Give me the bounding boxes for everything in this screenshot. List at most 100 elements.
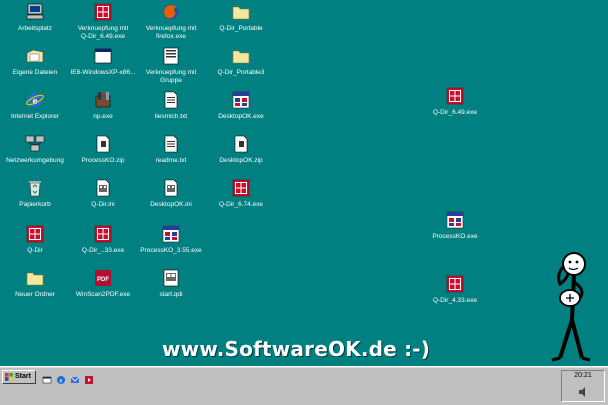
show-desktop-icon[interactable] [42,372,52,384]
qdir-icon [93,224,113,244]
softwareok-watermark: www.SoftwareOK.de :-) [162,337,431,361]
desktop-icon-qdir-33[interactable]: Q-Dir_..33.exe [68,224,138,270]
windows-logo-icon [5,373,13,381]
icon-label: Verknuepfung mit Gruppe [145,69,197,84]
desktop-icon-desktopok-ini[interactable]: DesktopOK.ini [136,178,206,224]
desktop-icon-ie8-installer[interactable]: IE8-WindowsXP-x86... [68,46,138,92]
taskbar: Start e 20:21 [0,366,608,405]
qdir-icon [231,178,251,198]
winscan2pdf-icon: PDF [93,268,113,288]
folder-icon [231,46,251,66]
recycle-bin-icon [25,178,45,198]
icon-label: Verknuepfung mit Q-Dir_6.49.exe [77,25,129,40]
internet-explorer-icon: e [25,90,45,110]
desktop-icon-qdir[interactable]: Q-Dir [0,224,70,270]
icon-label: ProcessKO.exe [432,233,478,240]
installer-icon [93,90,113,110]
desktop-icon-arbeitsplatz[interactable]: Arbeitsplatz [0,2,70,48]
outlook-express-icon[interactable] [70,372,80,383]
icon-label: Q-Dir_4.33.exe [432,297,478,304]
desktop-icon-internet-explorer[interactable]: e Internet Explorer [0,90,70,136]
zip-file-icon [231,134,251,154]
qdi-file-icon [161,268,181,288]
desktop-icon-papierkorb[interactable]: Papierkorb [0,178,70,224]
icon-label: Q-Dir.ini [91,201,115,208]
icon-label: DesktopOK.ini [150,201,192,208]
desktop-icon-qdir-649-exe[interactable]: Q-Dir_6.49.exe [420,86,490,132]
desktop-icon-readme[interactable]: readme.txt [136,134,206,180]
icon-label: Internet Explorer [10,113,60,120]
icon-label: Q-Dir_..33.exe [81,247,125,254]
processko-icon [445,210,465,230]
media-player-icon[interactable] [84,372,94,384]
desktop-icon-winscan2pdf[interactable]: PDF WinScan2PDF.exe [68,268,138,314]
qdir-icon [445,86,465,106]
icon-label: start.qdi [159,291,183,298]
icon-label: np.exe [93,113,113,120]
clock[interactable]: 20:21 [562,372,604,379]
stick-figure-mascot [538,240,608,366]
qdir-icon [25,224,45,244]
my-computer-icon [25,2,45,22]
icon-label: IE8-WindowsXP-x86... [70,69,136,76]
icon-label: Q-Dir_6.49.exe [432,109,478,116]
desktop-icon-neuer-ordner[interactable]: Neuer Ordner [0,268,70,314]
folder-icon [25,268,45,288]
icon-label: liesmich.txt [154,113,188,120]
icon-label: Q-Dir_Portable [219,25,263,32]
desktop-icon-liesmich[interactable]: liesmich.txt [136,90,206,136]
icon-label: WinScan2PDF.exe [75,291,131,298]
icon-label: readme.txt [155,157,187,164]
desktop: Arbeitsplatz Eigene Dateien e Internet E… [0,0,608,404]
zip-file-icon [93,134,113,154]
system-tray: 20:21 [561,370,605,402]
start-button[interactable]: Start [2,370,36,384]
desktop-icon-processko-zip[interactable]: ProcessKO.zip [68,134,138,180]
svg-text:PDF: PDF [97,277,109,283]
qdir-icon [93,2,113,22]
svg-text:e: e [60,379,63,385]
icon-label: Q-Dir_6.74.exe [218,201,264,208]
desktop-icon-qdir-portable3[interactable]: Q-Dir_Portable3 [206,46,276,92]
processko-icon [161,224,181,244]
icon-label: Neuer Ordner [15,291,55,298]
desktop-icon-desktopok-zip[interactable]: DesktopOK.zip [206,134,276,180]
firefox-icon [161,2,181,22]
icon-label: Papierkorb [19,201,51,208]
desktop-icon-qdir-433-exe[interactable]: Q-Dir_4.33.exe [420,274,490,320]
desktop-icon-eigene-dateien[interactable]: Eigene Dateien [0,46,70,92]
network-icon [25,134,45,154]
folder-icon [231,2,251,22]
desktop-icon-gruppe-shortcut[interactable]: Verknuepfung mit Gruppe [136,46,206,92]
desktop-icon-qdir-674[interactable]: Q-Dir_6.74.exe [206,178,276,224]
desktop-icon-netzwerkumgebung[interactable]: Netzwerkumgebung [0,134,70,180]
icon-label: DesktopOK.exe [218,113,264,120]
ini-file-icon [161,178,181,198]
icon-label: Netzwerkumgebung [6,157,64,164]
desktop-icon-qdir-portable[interactable]: Q-Dir_Portable [206,2,276,48]
icon-label: Q-Dir_Portable3 [217,69,265,76]
icon-label: Q-Dir [27,247,43,254]
window-app-icon [93,46,113,66]
icon-label: Eigene Dateien [12,69,58,76]
qdir-icon [445,274,465,294]
desktop-icon-desktopok-exe[interactable]: DesktopOK.exe [206,90,276,136]
my-documents-icon [25,46,45,66]
desktop-icon-processko-exe[interactable]: ProcessKO.exe [420,210,490,256]
desktop-icon-np-exe[interactable]: np.exe [68,90,138,136]
desktopok-icon [231,90,251,110]
icon-label: ProcessKO.zip [81,157,125,164]
internet-explorer-icon[interactable]: e [56,372,66,385]
desktop-icon-qdir-649-shortcut[interactable]: Verknuepfung mit Q-Dir_6.49.exe [68,2,138,48]
text-file-icon [161,134,181,154]
icon-label: Arbeitsplatz [18,25,52,32]
icon-label: ProcessKO_3.55.exe [140,247,202,254]
volume-icon[interactable] [577,385,589,397]
desktop-icon-processko-355[interactable]: ProcessKO_3.55.exe [136,224,206,270]
desktop-icon-start-qdi[interactable]: start.qdi [136,268,206,314]
desktop-icon-qdir-ini[interactable]: Q-Dir.ini [68,178,138,224]
text-file-icon [161,90,181,110]
group-shortcut-icon [161,46,181,66]
start-label: Start [15,373,31,380]
desktop-icon-firefox-shortcut[interactable]: Verknuepfung mit firefox.exe [136,2,206,48]
